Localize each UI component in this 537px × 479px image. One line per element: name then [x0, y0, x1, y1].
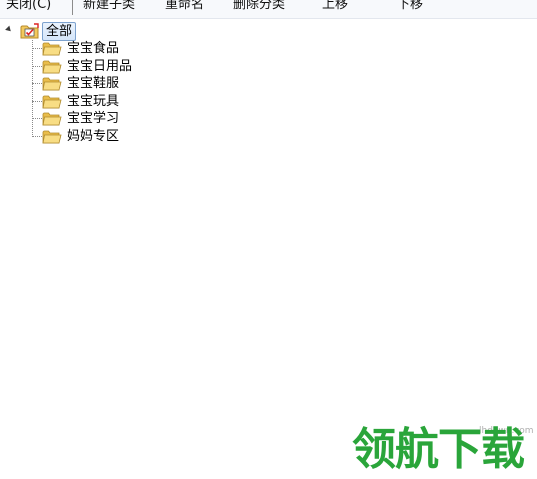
tree-item-label: 妈妈专区 — [67, 128, 120, 144]
tree-connector — [32, 65, 42, 67]
toolbar-separator — [72, 0, 73, 15]
folder-icon — [42, 130, 62, 143]
category-manager-window: 关闭(C) 新建子类 重命名 删除分类 上移 下移 全部 宝宝食品 宝宝日用品 … — [0, 0, 537, 479]
folder-icon — [42, 77, 62, 91]
folder-icon — [42, 42, 62, 56]
folder-icon — [42, 112, 62, 126]
folder-icon — [42, 60, 62, 73]
tree-connector — [32, 100, 42, 102]
tree-item-label: 宝宝玩具 — [67, 93, 120, 109]
close-button[interactable]: 关闭(C) — [6, 0, 51, 14]
tree-item-label: 宝宝鞋服 — [67, 76, 120, 91]
tree-item-baby-toys[interactable]: 宝宝玩具 — [32, 93, 212, 110]
tree-item-baby-food[interactable]: 宝宝食品 — [32, 40, 212, 57]
tree-item-baby-clothing[interactable]: 宝宝鞋服 — [32, 75, 212, 92]
tree-item-label: 宝宝日用品 — [67, 58, 133, 74]
new-child-category-button[interactable]: 新建子类 — [83, 0, 135, 14]
toolbar: 关闭(C) 新建子类 重命名 删除分类 上移 下移 — [0, 0, 537, 19]
rename-button[interactable]: 重命名 — [165, 0, 204, 14]
move-up-button[interactable]: 上移 — [322, 0, 348, 14]
tree-item-mom-zone[interactable]: 妈妈专区 — [32, 128, 212, 145]
tree-connector — [32, 135, 42, 137]
checked-folder-icon — [20, 23, 39, 39]
delete-category-button[interactable]: 删除分类 — [233, 0, 285, 14]
category-tree: 全部 宝宝食品 宝宝日用品 宝宝鞋服 宝宝玩具 宝宝学习 妈妈专区 — [0, 20, 300, 160]
tree-item-label: 宝宝食品 — [67, 41, 120, 56]
tree-item-baby-learning[interactable]: 宝宝学习 — [32, 110, 212, 127]
tree-item-baby-daily-goods[interactable]: 宝宝日用品 — [32, 58, 212, 75]
tree-connector — [32, 48, 42, 49]
folder-icon — [42, 95, 62, 108]
tree-connector — [32, 118, 42, 119]
move-down-button[interactable]: 下移 — [397, 0, 423, 14]
tree-root-all[interactable]: 全部 — [42, 22, 77, 41]
expand-arrow-icon[interactable] — [5, 25, 13, 34]
watermark-brand-logo: 领航下载 — [352, 424, 525, 475]
tree-connector — [32, 83, 42, 84]
tree-item-label: 宝宝学习 — [67, 111, 120, 126]
